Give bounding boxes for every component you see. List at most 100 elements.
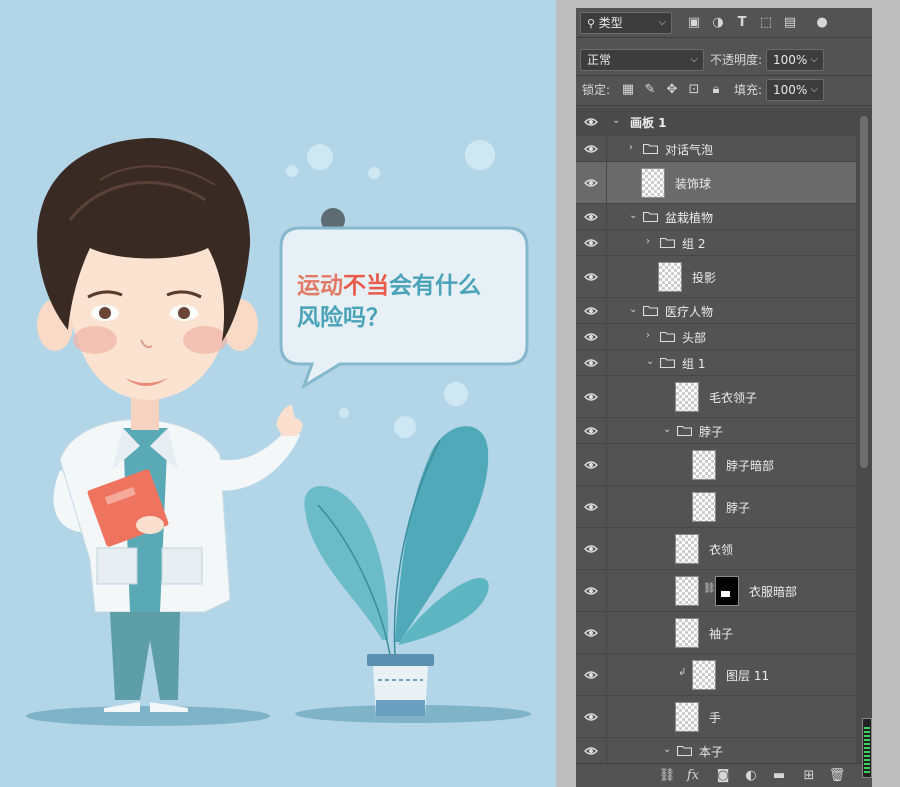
chevron-down-icon[interactable]: ⌄ [629,304,637,315]
layer-row[interactable]: ⛓ 衣服暗部 [576,570,856,612]
group-row[interactable]: ⌄ 本子 [576,738,856,763]
lock-transparent-icon[interactable]: ▦ [620,82,636,98]
visibility-eye-icon[interactable] [576,204,607,229]
folder-icon [642,305,659,317]
opacity-input[interactable]: 100% ⌵ [766,49,824,71]
layer-thumbnail[interactable] [675,702,699,732]
visibility-eye-icon[interactable] [576,376,607,417]
group-row[interactable]: › 组 2 [576,230,856,256]
fx-icon[interactable]: fx [684,768,702,784]
visibility-eye-icon[interactable] [576,136,607,161]
blend-mode-dropdown[interactable]: 正常 ⌵ [580,49,704,71]
new-group-icon[interactable]: ▬ [770,768,788,784]
scrollbar-thumb[interactable] [860,116,868,468]
chevron-right-icon[interactable]: › [646,330,650,341]
chevron-down-icon[interactable]: ⌄ [612,115,620,126]
doctor-blush [73,326,117,354]
meter-tick [864,735,870,737]
adjustment-layer-icon[interactable]: ◐ [742,768,760,784]
shape-filter-icon[interactable]: ⬚ [758,15,774,31]
visibility-eye-icon[interactable] [576,256,607,297]
lock-position-icon[interactable]: ✥ [664,82,680,98]
chevron-down-icon: ⌵ [810,54,818,65]
layers-scrollbar[interactable] [856,108,872,763]
link-layers-icon[interactable]: ⛓︎ [658,768,676,784]
fill-label: 填充: [734,83,763,97]
filter-kind-dropdown[interactable]: ⚲ 类型 ⌵ [580,12,672,34]
visibility-eye-icon[interactable] [576,108,607,135]
layer-row[interactable]: 手 [576,696,856,738]
chevron-down-icon[interactable]: ⌄ [629,210,637,221]
visibility-eye-icon[interactable] [576,350,607,375]
layer-thumbnail[interactable] [641,168,665,198]
visibility-eye-icon[interactable] [576,444,607,485]
chevron-right-icon[interactable]: › [646,236,650,247]
group-row[interactable]: › 对话气泡 [576,136,856,162]
pot-band [376,700,425,716]
coat-pocket [96,547,138,585]
image-filter-icon[interactable]: ▣ [686,15,702,31]
new-layer-icon[interactable]: ⊞ [800,768,818,784]
lock-artboard-icon[interactable]: ⊡ [686,82,702,98]
group-row[interactable]: ⌄ 盆栽植物 [576,204,856,230]
filter-toggle-icon[interactable]: ● [814,15,830,31]
layer-thumbnail[interactable] [692,660,716,690]
visibility-eye-icon[interactable] [576,162,607,203]
layer-thumbnail[interactable] [692,450,716,480]
group-row[interactable]: ⌄ 脖子 [576,418,856,444]
visibility-eye-icon[interactable] [576,324,607,349]
add-mask-icon[interactable]: ◙ [714,768,732,784]
visibility-eye-icon[interactable] [576,298,607,323]
layer-name: 投影 [692,271,717,285]
meter-tick [864,771,870,773]
lock-all-icon[interactable]: 🔒︎ [708,82,724,98]
deco-ball [286,165,298,177]
visibility-eye-icon[interactable] [576,696,607,737]
chevron-down-icon[interactable]: ⌄ [646,356,654,367]
layer-thumbnail[interactable] [675,534,699,564]
visibility-eye-icon[interactable] [576,230,607,255]
layer-row[interactable]: 衣领 [576,528,856,570]
layer-row[interactable]: 脖子 [576,486,856,528]
artboard-row[interactable]: ⌄ 画板 1 [576,108,856,136]
visibility-eye-icon[interactable] [576,486,607,527]
visibility-eye-icon[interactable] [576,612,607,653]
layer-mask-thumbnail[interactable] [715,576,739,606]
mask-link-icon[interactable]: ⛓ [703,583,716,594]
visibility-eye-icon[interactable] [576,570,607,611]
group-row[interactable]: ⌄ 组 1 [576,350,856,376]
layer-row[interactable]: 脖子暗部 [576,444,856,486]
delete-layer-icon[interactable]: 🗑︎ [828,768,846,784]
visibility-eye-icon[interactable] [576,528,607,569]
artboard-canvas[interactable]: 运动不当会有什么 风险吗？ [0,0,556,787]
visibility-eye-icon[interactable] [576,418,607,443]
group-row[interactable]: ⌄ 医疗人物 [576,298,856,324]
chevron-down-icon[interactable]: ⌄ [663,744,671,755]
layer-name: 袖子 [709,627,734,641]
chevron-down-icon[interactable]: ⌄ [663,424,671,435]
speech-bubble-text: 运动不当会有什么 风险吗？ [297,270,527,334]
layer-row[interactable]: ↲ 图层 11 [576,654,856,696]
layer-row[interactable]: 投影 [576,256,856,298]
layer-name: 脖子暗部 [726,459,775,473]
adjustment-filter-icon[interactable]: ◑ [710,15,726,31]
layer-thumbnail[interactable] [675,618,699,648]
layer-row[interactable]: 装饰球 [576,162,856,204]
layer-row[interactable]: 毛衣领子 [576,376,856,418]
layer-thumbnail[interactable] [675,382,699,412]
group-row[interactable]: › 头部 [576,324,856,350]
visibility-eye-icon[interactable] [576,738,607,763]
layer-thumbnail[interactable] [692,492,716,522]
smart-object-filter-icon[interactable]: ▤ [782,15,798,31]
type-filter-icon[interactable]: T [734,15,750,31]
layer-name: 图层 11 [726,669,770,683]
folder-icon [642,211,659,223]
layer-thumbnail[interactable] [675,576,699,606]
chevron-right-icon[interactable]: › [629,142,633,153]
fill-input[interactable]: 100% ⌵ [766,79,824,101]
layer-thumbnail[interactable] [658,262,682,292]
visibility-eye-icon[interactable] [576,654,607,695]
meter-tick [864,763,870,765]
layer-row[interactable]: 袖子 [576,612,856,654]
lock-image-icon[interactable]: ✎ [642,82,658,98]
